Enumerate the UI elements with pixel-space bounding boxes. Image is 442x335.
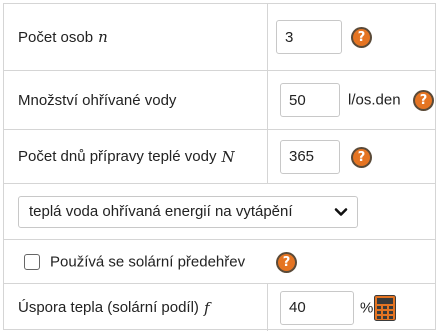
solar-label: Používá se solární předehřev: [50, 253, 246, 270]
days-help-icon[interactable]: ?: [351, 146, 372, 168]
saving-label-text: Úspora tepla (solární podíl): [18, 299, 199, 316]
row-solar: Používá se solární předehřev ?: [4, 240, 435, 284]
days-label: Počet dnů přípravy teplé vody N: [4, 130, 268, 183]
calculator-icon[interactable]: [374, 294, 396, 321]
row-heating: teplá voda ohřívaná energií na vytápění: [4, 184, 435, 240]
saving-unit: %: [360, 299, 374, 316]
days-input-cell: 365 ?: [268, 130, 435, 183]
water-label-text: Množství ohřívané vody: [18, 91, 177, 109]
row-days: Počet dnů přípravy teplé vody N 365 ?: [4, 130, 435, 184]
persons-help-icon[interactable]: ?: [351, 27, 372, 48]
row-persons: Počet osob n 3 ?: [4, 4, 435, 71]
water-unit: l/os.den: [348, 91, 401, 109]
water-label: Množství ohřívané vody: [4, 71, 268, 129]
heat-form: Počet osob n 3 ? Množství ohřívané vody …: [3, 3, 436, 331]
water-help-icon[interactable]: ?: [413, 90, 434, 111]
persons-label: Počet osob n: [4, 4, 268, 70]
days-variable: N: [221, 147, 235, 166]
days-input[interactable]: 365: [280, 139, 340, 174]
saving-input-cell: 40 %: [268, 284, 435, 331]
persons-input-cell: 3 ?: [268, 4, 435, 70]
solar-help-icon[interactable]: ?: [276, 251, 297, 273]
row-saving: Úspora tepla (solární podíl) f 40 %: [4, 284, 435, 331]
chevron-down-icon: [334, 207, 348, 216]
saving-variable: f: [203, 298, 210, 317]
water-input-cell: 50 l/os.den ?: [268, 71, 435, 129]
heating-select[interactable]: teplá voda ohřívaná energií na vytápění: [18, 195, 358, 228]
water-input[interactable]: 50: [280, 83, 340, 117]
persons-input[interactable]: 3: [276, 20, 342, 54]
saving-label: Úspora tepla (solární podíl) f: [4, 284, 268, 331]
row-water: Množství ohřívané vody 50 l/os.den ?: [4, 71, 435, 130]
saving-input[interactable]: 40: [280, 290, 354, 325]
solar-checkbox[interactable]: [24, 253, 40, 270]
heating-select-value: teplá voda ohřívaná energií na vytápění: [29, 203, 293, 220]
persons-variable: n: [98, 28, 108, 46]
days-label-text: Počet dnů přípravy teplé vody: [18, 148, 217, 165]
persons-label-text: Počet osob: [18, 28, 94, 46]
